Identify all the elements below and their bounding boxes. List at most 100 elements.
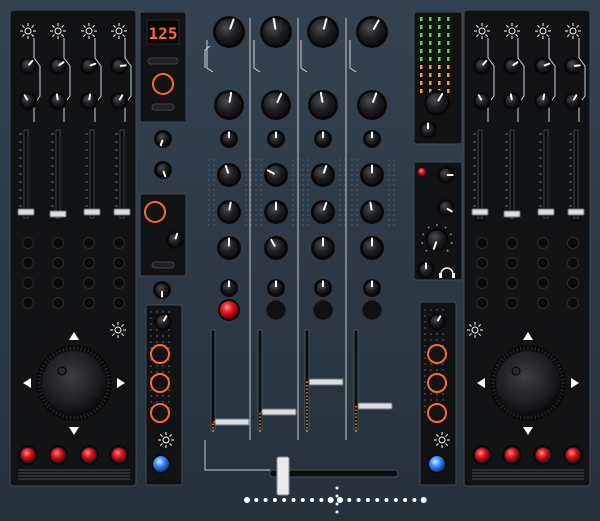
rotary-knob[interactable]: [261, 90, 291, 120]
grid-button[interactable]: [113, 277, 125, 289]
knob-cap[interactable]: [565, 93, 581, 109]
red-pad-button[interactable]: [21, 448, 35, 462]
record-led[interactable]: [418, 168, 426, 176]
fader-cap[interactable]: [83, 208, 101, 216]
toggle-switch[interactable]: [151, 103, 175, 111]
red-pad-button[interactable]: [566, 448, 580, 462]
rotary-knob[interactable]: [363, 130, 381, 148]
knob-cap[interactable]: [504, 58, 520, 74]
channel-fader-cap[interactable]: [308, 378, 344, 386]
fader-cap[interactable]: [17, 208, 35, 216]
grid-button[interactable]: [83, 277, 95, 289]
grid-button[interactable]: [476, 237, 488, 249]
rotary-knob[interactable]: [437, 199, 455, 217]
rotary-knob[interactable]: [360, 200, 384, 224]
grid-button[interactable]: [52, 277, 64, 289]
channel-fader-cap[interactable]: [214, 418, 250, 426]
grid-button[interactable]: [22, 277, 34, 289]
knob-cap[interactable]: [261, 17, 291, 47]
knob-cap[interactable]: [535, 58, 551, 74]
rotary-knob[interactable]: [19, 57, 37, 75]
grid-button[interactable]: [22, 237, 34, 249]
rotary-knob[interactable]: [356, 16, 388, 48]
rotary-knob[interactable]: [311, 236, 335, 260]
knob-cap[interactable]: [426, 229, 448, 251]
grid-button[interactable]: [113, 257, 125, 269]
grid-button[interactable]: [506, 237, 518, 249]
grid-button[interactable]: [83, 257, 95, 269]
grid-button[interactable]: [567, 237, 579, 249]
knob-cap[interactable]: [214, 17, 244, 47]
knob-cap[interactable]: [309, 91, 337, 119]
knob-cap[interactable]: [218, 164, 240, 186]
knob-cap[interactable]: [155, 314, 171, 330]
blue-led-button[interactable]: [153, 456, 169, 472]
red-pad-button[interactable]: [82, 448, 96, 462]
knob-cap[interactable]: [265, 237, 287, 259]
rotary-knob[interactable]: [220, 279, 238, 297]
cue-ring-button[interactable]: [427, 344, 447, 364]
fader-cap[interactable]: [537, 208, 555, 216]
knob-cap[interactable]: [361, 201, 383, 223]
grid-button[interactable]: [83, 297, 95, 309]
rotary-knob[interactable]: [264, 163, 288, 187]
grid-button[interactable]: [22, 297, 34, 309]
fader-cap[interactable]: [567, 208, 585, 216]
knob-cap[interactable]: [81, 58, 97, 74]
cue-ring-button[interactable]: [144, 201, 166, 223]
grid-button[interactable]: [113, 297, 125, 309]
rotary-knob[interactable]: [213, 16, 245, 48]
cue-ring-button[interactable]: [150, 373, 170, 393]
grid-button[interactable]: [476, 277, 488, 289]
knob-cap[interactable]: [167, 232, 183, 248]
grid-button[interactable]: [83, 237, 95, 249]
rotary-knob[interactable]: [419, 121, 437, 139]
grid-button[interactable]: [537, 257, 549, 269]
rotary-knob[interactable]: [534, 57, 552, 75]
red-pad-button[interactable]: [536, 448, 550, 462]
rotary-knob[interactable]: [154, 313, 172, 331]
rotary-knob[interactable]: [49, 57, 67, 75]
rotary-knob[interactable]: [264, 200, 288, 224]
rotary-knob[interactable]: [217, 200, 241, 224]
channel-fader-cap[interactable]: [357, 402, 393, 410]
rotary-knob[interactable]: [503, 92, 521, 110]
rotary-knob[interactable]: [267, 130, 285, 148]
rotary-knob[interactable]: [308, 90, 338, 120]
rotary-knob[interactable]: [363, 279, 381, 297]
rotary-knob[interactable]: [417, 261, 435, 279]
rotary-knob[interactable]: [503, 57, 521, 75]
jog-wheel[interactable]: [42, 351, 106, 415]
rotary-knob[interactable]: [220, 130, 238, 148]
cue-ring-button[interactable]: [427, 373, 447, 393]
knob-cap[interactable]: [155, 131, 171, 147]
red-pad-button[interactable]: [505, 448, 519, 462]
rotary-knob[interactable]: [534, 92, 552, 110]
knob-cap[interactable]: [262, 91, 290, 119]
grid-button[interactable]: [52, 237, 64, 249]
rotary-knob[interactable]: [264, 236, 288, 260]
rotary-knob[interactable]: [80, 57, 98, 75]
knob-cap[interactable]: [358, 91, 386, 119]
rotary-knob[interactable]: [564, 92, 582, 110]
channel-cue-button[interactable]: [220, 301, 238, 319]
cue-ring-button[interactable]: [150, 344, 170, 364]
knob-cap[interactable]: [20, 93, 36, 109]
rotary-knob[interactable]: [110, 57, 128, 75]
rotary-knob[interactable]: [214, 90, 244, 120]
rotary-knob[interactable]: [473, 92, 491, 110]
knob-cap[interactable]: [265, 164, 287, 186]
rotary-knob[interactable]: [80, 92, 98, 110]
fader-cap[interactable]: [503, 210, 521, 218]
grid-button[interactable]: [506, 257, 518, 269]
rotary-knob[interactable]: [166, 231, 184, 249]
rotary-knob[interactable]: [311, 163, 335, 187]
fader-cap[interactable]: [49, 210, 67, 218]
grid-button[interactable]: [22, 257, 34, 269]
channel-cue-button[interactable]: [312, 299, 334, 321]
rotary-knob[interactable]: [260, 16, 292, 48]
cue-ring-button[interactable]: [150, 403, 170, 423]
rotary-knob[interactable]: [154, 161, 172, 179]
knob-cap[interactable]: [438, 200, 454, 216]
rotary-knob[interactable]: [217, 163, 241, 187]
